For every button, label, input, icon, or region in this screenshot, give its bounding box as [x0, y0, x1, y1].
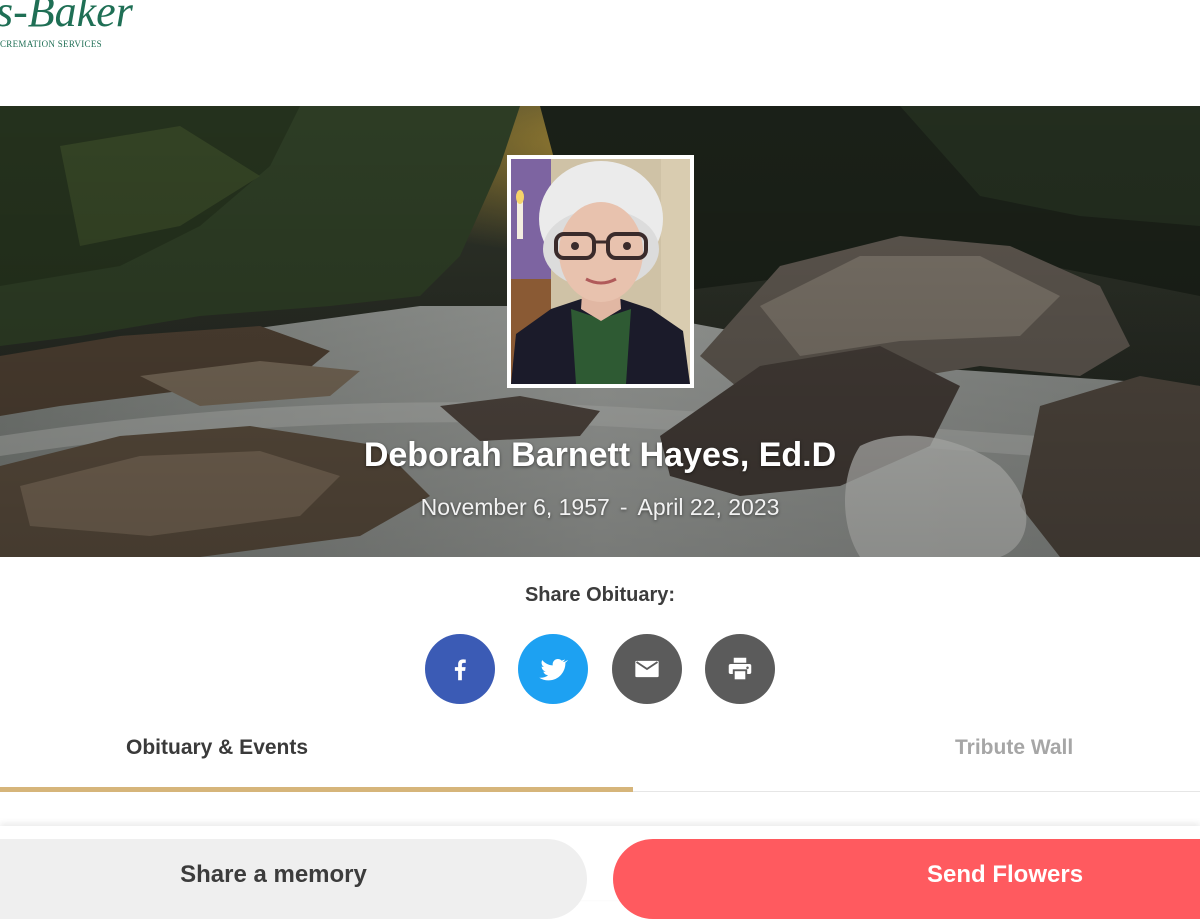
facebook-share-button[interactable] — [425, 634, 495, 704]
brand-logo[interactable]: s-Baker CREMATION SERVICES — [0, 0, 200, 60]
print-button[interactable] — [705, 634, 775, 704]
print-icon — [728, 657, 752, 682]
portrait-photo — [507, 155, 694, 388]
life-dates: November 6, 1957- April 22, 2023 — [0, 494, 1200, 521]
email-share-button[interactable] — [612, 634, 682, 704]
birth-date: November 6, 1957 — [420, 494, 610, 520]
active-tab-indicator — [0, 787, 633, 792]
death-date: April 22, 2023 — [637, 494, 780, 520]
deceased-name: Deborah Barnett Hayes, Ed.D — [363, 436, 837, 474]
email-icon — [635, 660, 659, 678]
twitter-icon — [539, 659, 568, 681]
share-obituary-label: Share Obituary: — [524, 584, 676, 606]
portrait-image — [511, 159, 690, 384]
date-separator: - — [619, 494, 628, 520]
hero-banner: Deborah Barnett Hayes, Ed.D November 6, … — [0, 106, 1200, 557]
twitter-share-button[interactable] — [518, 634, 588, 704]
tab-obituary-events[interactable]: Obituary & Events — [126, 736, 308, 760]
facebook-icon — [454, 659, 466, 681]
tab-tribute-wall[interactable]: Tribute Wall — [955, 736, 1073, 760]
logo-wordmark: s-Baker — [0, 0, 133, 36]
logo-tagline: CREMATION SERVICES — [0, 39, 102, 49]
send-flowers-button[interactable]: Send Flowers — [613, 839, 1200, 919]
share-memory-button[interactable]: Share a memory — [0, 839, 587, 919]
